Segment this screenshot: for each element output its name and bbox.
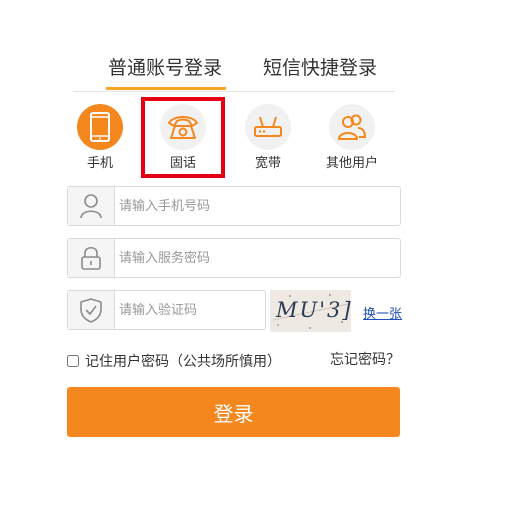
password-field (67, 238, 401, 278)
remember-password-label: 记住用户密码（公共场所慎用） (85, 354, 281, 370)
user-icon (68, 187, 115, 225)
login-type-label: 手机 (86, 156, 113, 171)
remember-password[interactable]: 记住用户密码（公共场所慎用） (66, 351, 281, 371)
remember-password-checkbox[interactable] (67, 355, 79, 367)
tab-divider (73, 91, 395, 92)
refresh-captcha-link[interactable]: 换一张 (363, 303, 402, 322)
highlight-annotation-box (141, 97, 225, 178)
shield-check-icon (68, 291, 115, 329)
captcha-input[interactable] (117, 291, 261, 329)
captcha-image[interactable]: MU'3] (270, 290, 351, 332)
login-button[interactable]: 登录 (67, 387, 400, 437)
login-type-mobile[interactable]: 手机 (70, 104, 130, 174)
forgot-password-link[interactable]: 忘记密码？ (330, 349, 400, 369)
login-type-label: 宽带 (254, 156, 281, 171)
tab-sms-login[interactable]: 短信快捷登录 (263, 53, 377, 80)
phone-field (67, 186, 401, 226)
captcha-field (67, 290, 266, 330)
login-type-label: 其他用户 (325, 156, 378, 171)
login-type-other-users[interactable]: 其他用户 (322, 104, 382, 174)
tab-normal-login[interactable]: 普通账号登录 (108, 53, 222, 80)
password-input[interactable] (117, 239, 391, 277)
phone-input[interactable] (117, 187, 391, 225)
captcha-text: MU'3] (276, 298, 351, 322)
active-tab-indicator (106, 87, 226, 90)
users-icon (329, 104, 375, 150)
lock-icon (68, 239, 115, 277)
router-icon (245, 104, 291, 150)
login-type-broadband[interactable]: 宽带 (238, 104, 298, 174)
mobile-phone-icon (77, 104, 123, 150)
